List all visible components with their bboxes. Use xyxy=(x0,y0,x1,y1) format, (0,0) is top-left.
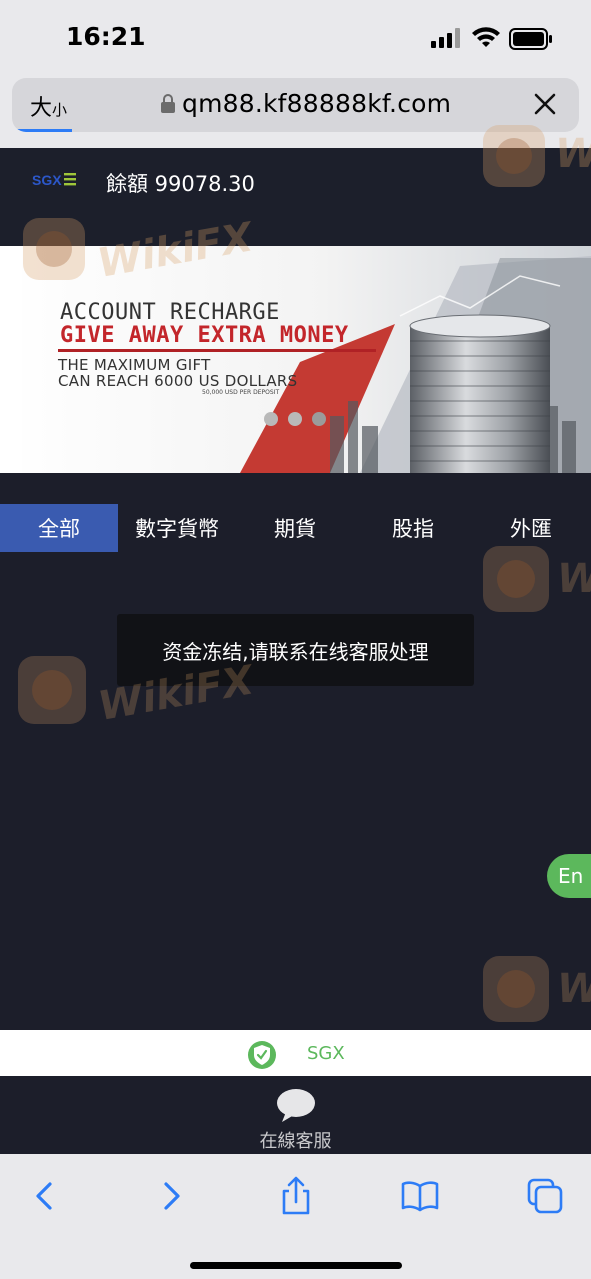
market-tabs: 全部 數字貨幣 期貨 股指 外匯 xyxy=(0,504,591,552)
tabs-icon[interactable] xyxy=(525,1176,565,1216)
back-icon[interactable] xyxy=(24,1176,64,1216)
banner-text-line2: CAN REACH 6000 US DOLLARS xyxy=(58,372,298,390)
status-time: 16:21 xyxy=(66,22,146,51)
close-icon[interactable] xyxy=(534,93,556,115)
cellular-signal-icon xyxy=(431,28,460,48)
address-bar[interactable]: 大小 qm88.kf88888kf.com xyxy=(12,78,579,132)
page-load-progress xyxy=(12,129,72,132)
footer-brand-text: SGX xyxy=(307,1043,345,1064)
banner-subheadline: GIVE AWAY EXTRA MONEY xyxy=(60,323,349,348)
banner-footnote: 50,000 USD PER DEPOSIT xyxy=(202,389,280,396)
tab-indices[interactable]: 股指 xyxy=(354,504,472,552)
sgx-logo: SGX xyxy=(32,172,62,188)
language-toggle-button[interactable]: En xyxy=(547,854,591,898)
banner-divider xyxy=(58,349,376,352)
tab-futures[interactable]: 期貨 xyxy=(236,504,354,552)
battery-icon xyxy=(509,28,552,50)
text-size-small-label: 小 xyxy=(52,101,68,119)
lock-icon xyxy=(161,94,175,113)
bookmarks-icon[interactable] xyxy=(400,1176,440,1216)
wifi-icon xyxy=(472,27,500,47)
frozen-funds-toast: 资金冻结,请联系在线客服处理 xyxy=(117,614,474,686)
status-bar: 16:21 xyxy=(0,0,591,78)
share-icon[interactable] xyxy=(276,1176,316,1216)
svg-text:W: W xyxy=(557,556,591,602)
text-size-label: 大 xyxy=(30,96,53,121)
chat-bubble-icon xyxy=(277,1089,315,1122)
wikifx-watermark: W xyxy=(483,956,591,1022)
carousel-dot[interactable] xyxy=(288,412,302,426)
account-balance: 餘額 99078.30 xyxy=(106,172,255,196)
url-text[interactable]: qm88.kf88888kf.com xyxy=(182,89,451,118)
online-service-button[interactable]: 在線客服 xyxy=(0,1076,591,1154)
verified-shield-icon xyxy=(248,1041,276,1069)
wikifx-watermark: W xyxy=(483,546,591,612)
home-indicator xyxy=(190,1262,402,1269)
menu-icon[interactable] xyxy=(64,172,76,186)
carousel-dot[interactable] xyxy=(264,412,278,426)
browser-address-area: 大小 qm88.kf88888kf.com xyxy=(0,78,591,148)
carousel-dot[interactable] xyxy=(312,412,326,426)
svg-text:W: W xyxy=(557,966,591,1012)
tab-all[interactable]: 全部 xyxy=(0,504,118,552)
app-header: SGX 餘額 99078.30 xyxy=(0,148,591,246)
footer-brand-strip: SGX xyxy=(0,1030,591,1076)
tab-crypto[interactable]: 數字貨幣 xyxy=(118,504,236,552)
browser-toolbar xyxy=(0,1154,591,1279)
text-size-button[interactable]: 大小 xyxy=(30,90,67,122)
banner-headline: ACCOUNT RECHARGE xyxy=(60,300,280,325)
promo-banner[interactable]: ACCOUNT RECHARGE GIVE AWAY EXTRA MONEY T… xyxy=(0,246,591,473)
forward-icon[interactable] xyxy=(152,1176,192,1216)
tab-forex[interactable]: 外匯 xyxy=(472,504,590,552)
online-service-label: 在線客服 xyxy=(259,1131,332,1152)
